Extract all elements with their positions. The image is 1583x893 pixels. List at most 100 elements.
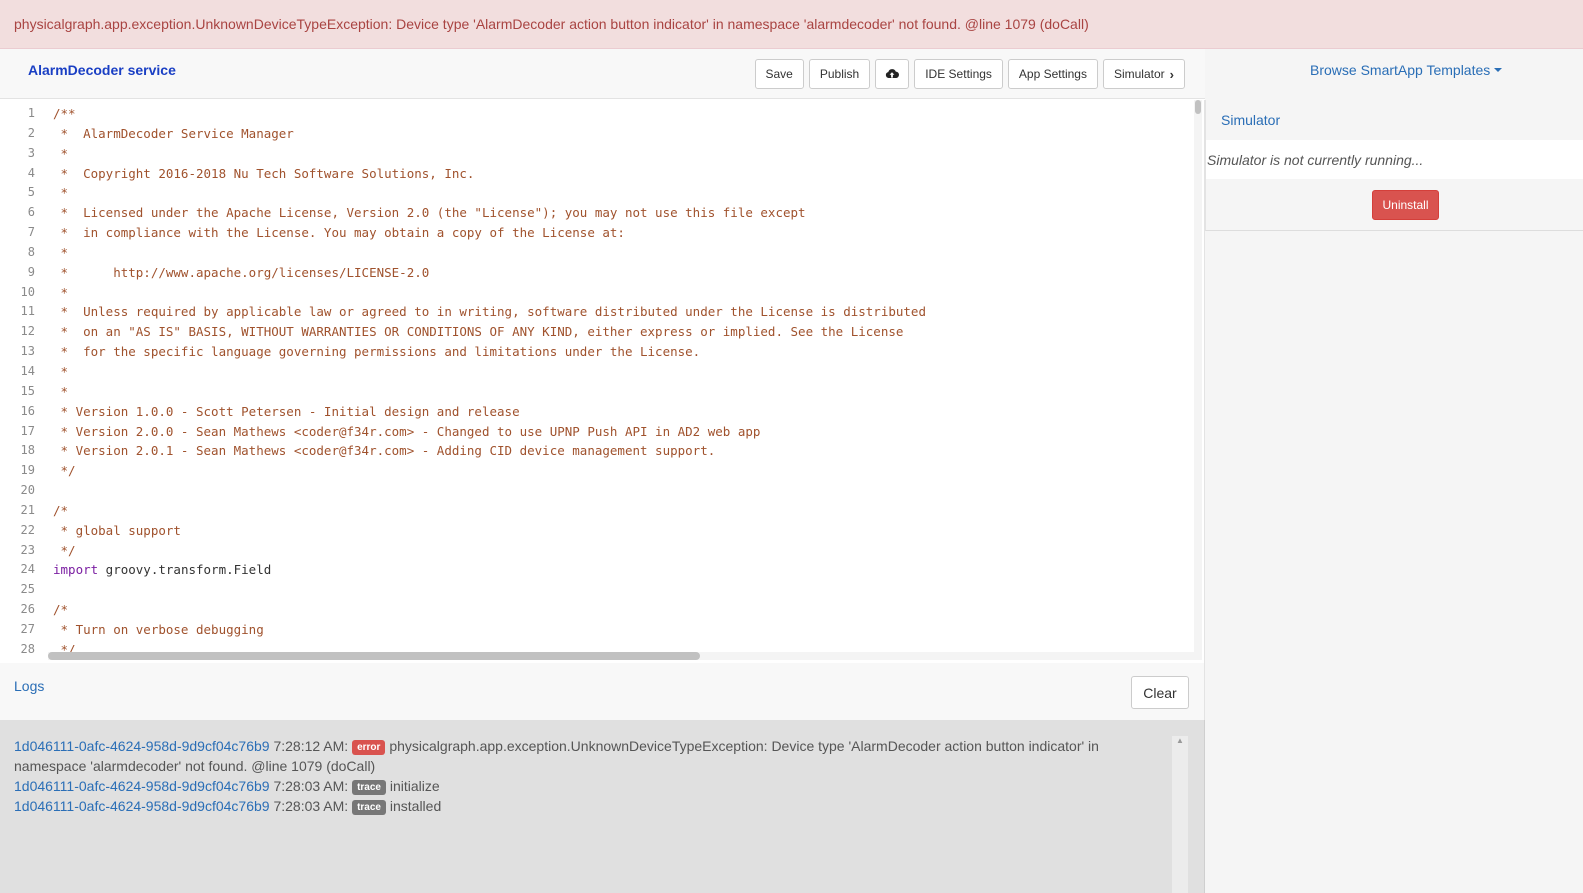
log-entry: 1d046111-0afc-4624-958d-9d9cf04c76b9 7:2… (14, 776, 1170, 796)
line-number: 11 (20, 304, 35, 319)
line-number: 28 (20, 641, 35, 656)
right-panel: Browse SmartApp Templates Simulator Simu… (1205, 49, 1583, 893)
line-number: 3 (27, 145, 35, 160)
simulator-card: Simulator Simulator is not currently run… (1205, 100, 1583, 231)
line-number: 14 (20, 363, 35, 378)
browse-templates-label: Browse SmartApp Templates (1310, 62, 1491, 78)
line-number: 27 (20, 621, 35, 636)
clear-logs-button[interactable]: Clear (1131, 676, 1189, 709)
log-time: 7:28:03 AM: (269, 778, 353, 794)
line-number: 20 (20, 483, 35, 498)
code-line: * on an "AS IS" BASIS, WITHOUT WARRANTIE… (53, 324, 904, 340)
publish-cloud-button[interactable] (875, 59, 910, 89)
code-line: /** (53, 106, 76, 121)
line-number: 13 (20, 344, 35, 359)
code-line: * Turn on verbose debugging (53, 621, 264, 637)
log-level-badge: error (352, 740, 386, 755)
logs-scrollbar[interactable]: ▲ (1172, 736, 1188, 893)
code-line: * global support (53, 522, 181, 538)
log-level-badge: trace (352, 780, 386, 795)
horizontal-scrollbar[interactable] (48, 652, 1198, 660)
cloud-upload-icon (886, 69, 900, 78)
code-line: * (53, 185, 69, 201)
simulator-status: Simulator is not currently running... (1206, 140, 1583, 179)
line-number: 10 (20, 284, 35, 299)
log-time: 7:28:12 AM: (269, 738, 353, 754)
line-number: 4 (27, 165, 35, 180)
logs-panel: 1d046111-0afc-4624-958d-9d9cf04c76b9 7:2… (0, 720, 1205, 893)
log-message: installed (385, 798, 442, 814)
line-number: 22 (20, 522, 35, 537)
code-line: * for the specific language governing pe… (53, 344, 701, 360)
line-number: 25 (20, 582, 35, 597)
horizontal-scroll-thumb[interactable] (48, 652, 700, 660)
scroll-up-arrow-icon[interactable]: ▲ (1172, 736, 1188, 745)
log-device-id[interactable]: 1d046111-0afc-4624-958d-9d9cf04c76b9 (14, 778, 270, 794)
browse-templates-dropdown[interactable]: Browse SmartApp Templates (1310, 62, 1503, 78)
line-number: 17 (20, 423, 35, 438)
line-number: 2 (27, 125, 35, 140)
line-number: 5 (27, 185, 35, 200)
line-number: 15 (20, 383, 35, 398)
log-level-badge: trace (352, 800, 386, 815)
app-settings-button[interactable]: App Settings (1007, 59, 1098, 89)
log-device-id[interactable]: 1d046111-0afc-4624-958d-9d9cf04c76b9 (14, 798, 270, 814)
log-device-id[interactable]: 1d046111-0afc-4624-958d-9d9cf04c76b9 (14, 738, 270, 754)
line-number: 1 (27, 106, 35, 120)
code-line: import groovy.transform.Field (53, 560, 1192, 580)
log-time: 7:28:03 AM: (269, 798, 353, 814)
code-line: * Copyright 2016-2018 Nu Tech Software S… (53, 165, 475, 181)
code-line: * (53, 145, 69, 161)
line-number: 6 (27, 205, 35, 220)
line-number: 16 (20, 403, 35, 418)
vertical-scroll-thumb[interactable] (1195, 100, 1201, 114)
code-line: * (53, 383, 69, 399)
caret-down-icon (1494, 68, 1503, 72)
code-line: */ (53, 542, 76, 558)
line-number-gutter: 1 2 3 4 5 6 7 8 9 10 11 12 13 14 15 16 17 18 19 20 21 22 23 24 2… (0, 104, 42, 660)
line-number: 7 (27, 225, 35, 240)
code-text: groovy.transform.Field (98, 562, 272, 578)
uninstall-button[interactable]: Uninstall (1372, 190, 1439, 220)
log-message: initialize (385, 778, 440, 794)
line-number: 18 (20, 443, 35, 458)
code-line: */ (53, 463, 76, 479)
code-line: * (53, 284, 69, 300)
logs-title[interactable]: Logs (14, 678, 44, 694)
log-entry: 1d046111-0afc-4624-958d-9d9cf04c76b9 7:2… (14, 796, 1170, 816)
code-line: * Version 2.0.0 - Sean Mathews <coder@f3… (53, 423, 761, 439)
code-line: * in compliance with the License. You ma… (53, 225, 625, 241)
code-line: * AlarmDecoder Service Manager (53, 125, 294, 141)
code-keyword: import (53, 562, 99, 578)
line-number: 24 (20, 562, 35, 577)
save-button[interactable]: Save (754, 59, 804, 89)
simulator-toggle-label: Simulator (1113, 67, 1165, 81)
ide-page: physicalgraph.app.exception.UnknownDevic… (0, 0, 1583, 893)
line-number: 9 (27, 264, 35, 279)
simulator-title[interactable]: Simulator (1221, 112, 1280, 128)
simulator-toggle-button[interactable]: Simulator › (1102, 59, 1185, 89)
code-line: * Unless required by applicable law or a… (53, 304, 926, 320)
code-line: /* (53, 602, 69, 618)
log-list: 1d046111-0afc-4624-958d-9d9cf04c76b9 7:2… (14, 736, 1170, 816)
code-editor[interactable]: 1 2 3 4 5 6 7 8 9 10 11 12 13 14 15 16 17 18 19 20 21 22 23 24 2… (0, 100, 1205, 663)
publish-button[interactable]: Publish (808, 59, 871, 89)
editor-header: AlarmDecoder service Save Publish IDE Se… (0, 49, 1205, 99)
line-number: 26 (20, 602, 35, 617)
chevron-right-icon: › (1169, 66, 1174, 82)
line-number: 23 (20, 542, 35, 557)
code-area[interactable]: /** * AlarmDecoder Service Manager * * C… (53, 104, 1192, 660)
toolbar: Save Publish IDE Settings App Settings S… (754, 59, 1185, 89)
app-title: AlarmDecoder service (28, 62, 176, 78)
error-banner: physicalgraph.app.exception.UnknownDevic… (0, 0, 1583, 49)
log-entry: 1d046111-0afc-4624-958d-9d9cf04c76b9 7:2… (14, 736, 1170, 776)
vertical-scrollbar[interactable] (1194, 100, 1202, 660)
code-line: * Version 1.0.0 - Scott Petersen - Initi… (53, 403, 520, 419)
code-line: * Licensed under the Apache License, Ver… (53, 205, 806, 221)
ide-settings-button[interactable]: IDE Settings (914, 59, 1003, 89)
logs-header: Logs Clear (0, 663, 1205, 720)
code-line: * http://www.apache.org/licenses/LICENSE… (53, 264, 430, 280)
line-number: 12 (20, 324, 35, 339)
